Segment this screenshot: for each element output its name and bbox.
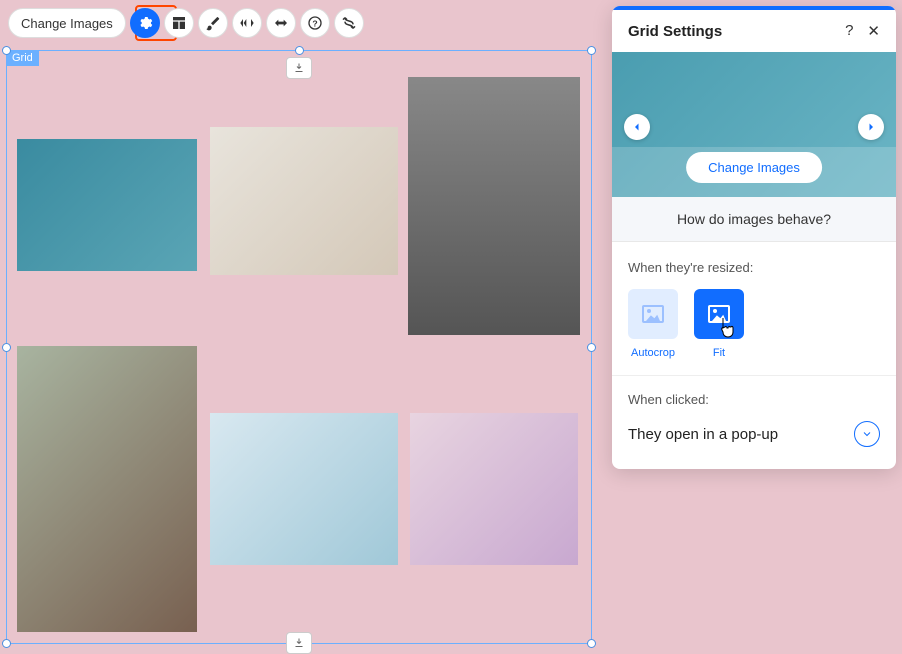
resize-handle[interactable] [295,46,304,55]
attach-bottom-button[interactable] [286,632,312,654]
image-icon [642,305,664,323]
resize-handle[interactable] [587,639,596,648]
gear-icon [137,15,153,31]
change-images-button[interactable]: Change Images [8,8,126,38]
grid-image[interactable] [410,413,578,565]
chevron-left-icon [631,121,643,133]
resize-handle[interactable] [2,343,11,352]
grid-image[interactable] [17,139,197,271]
help-icon: ? [307,15,323,31]
resize-handle[interactable] [2,639,11,648]
mode-fit-label: Fit [713,347,725,359]
resize-label: When they're resized: [628,260,880,275]
grid-image[interactable] [17,346,197,632]
swap-icon [341,15,357,31]
hero-change-images-button[interactable]: Change Images [686,152,822,183]
animation-button[interactable] [232,8,262,38]
brush-icon [205,15,221,31]
chevron-right-icon [865,121,877,133]
panel-subheading: How do images behave? [612,197,896,242]
settings-panel: Grid Settings ? ✕ Change Images How do i… [612,6,896,469]
chevron-down-icon [861,428,873,440]
image-icon [708,305,730,323]
panel-header: Grid Settings ? ✕ [612,10,896,52]
stretch-icon [273,15,289,31]
resize-handle[interactable] [587,343,596,352]
mode-fit[interactable]: Fit [694,289,744,359]
grid-canvas[interactable]: Grid [6,50,592,644]
mode-autocrop[interactable]: Autocrop [628,289,678,359]
toolbar: Change Images ? [8,8,364,38]
canvas-label: Grid [6,50,39,66]
hero-next-button[interactable] [858,114,884,140]
layout-icon [171,15,187,31]
grid-image[interactable] [210,127,398,275]
click-expand-button[interactable] [854,421,880,447]
grid-image[interactable] [408,77,580,335]
mode-autocrop-label: Autocrop [631,347,675,359]
click-label: When clicked: [628,392,880,407]
layouts-button[interactable] [164,8,194,38]
design-button[interactable] [198,8,228,38]
grid-image[interactable] [210,413,398,565]
resize-handle[interactable] [587,46,596,55]
download-icon [293,62,305,74]
click-value: They open in a pop-up [628,426,778,443]
panel-close-button[interactable]: ✕ [867,22,880,40]
resize-section: When they're resized: Autocrop Fit [612,242,896,375]
stretch-button[interactable] [266,8,296,38]
panel-title: Grid Settings [628,23,722,40]
download-icon [293,637,305,649]
resize-handle[interactable] [2,46,11,55]
hero-prev-button[interactable] [624,114,650,140]
click-section: When clicked: They open in a pop-up [612,375,896,469]
panel-help-button[interactable]: ? [845,22,853,40]
svg-text:?: ? [312,18,317,28]
more-button[interactable] [334,8,364,38]
help-button[interactable]: ? [300,8,330,38]
settings-button[interactable] [130,8,160,38]
panel-hero: Change Images [612,52,896,197]
attach-top-button[interactable] [286,57,312,79]
animation-icon [239,15,255,31]
